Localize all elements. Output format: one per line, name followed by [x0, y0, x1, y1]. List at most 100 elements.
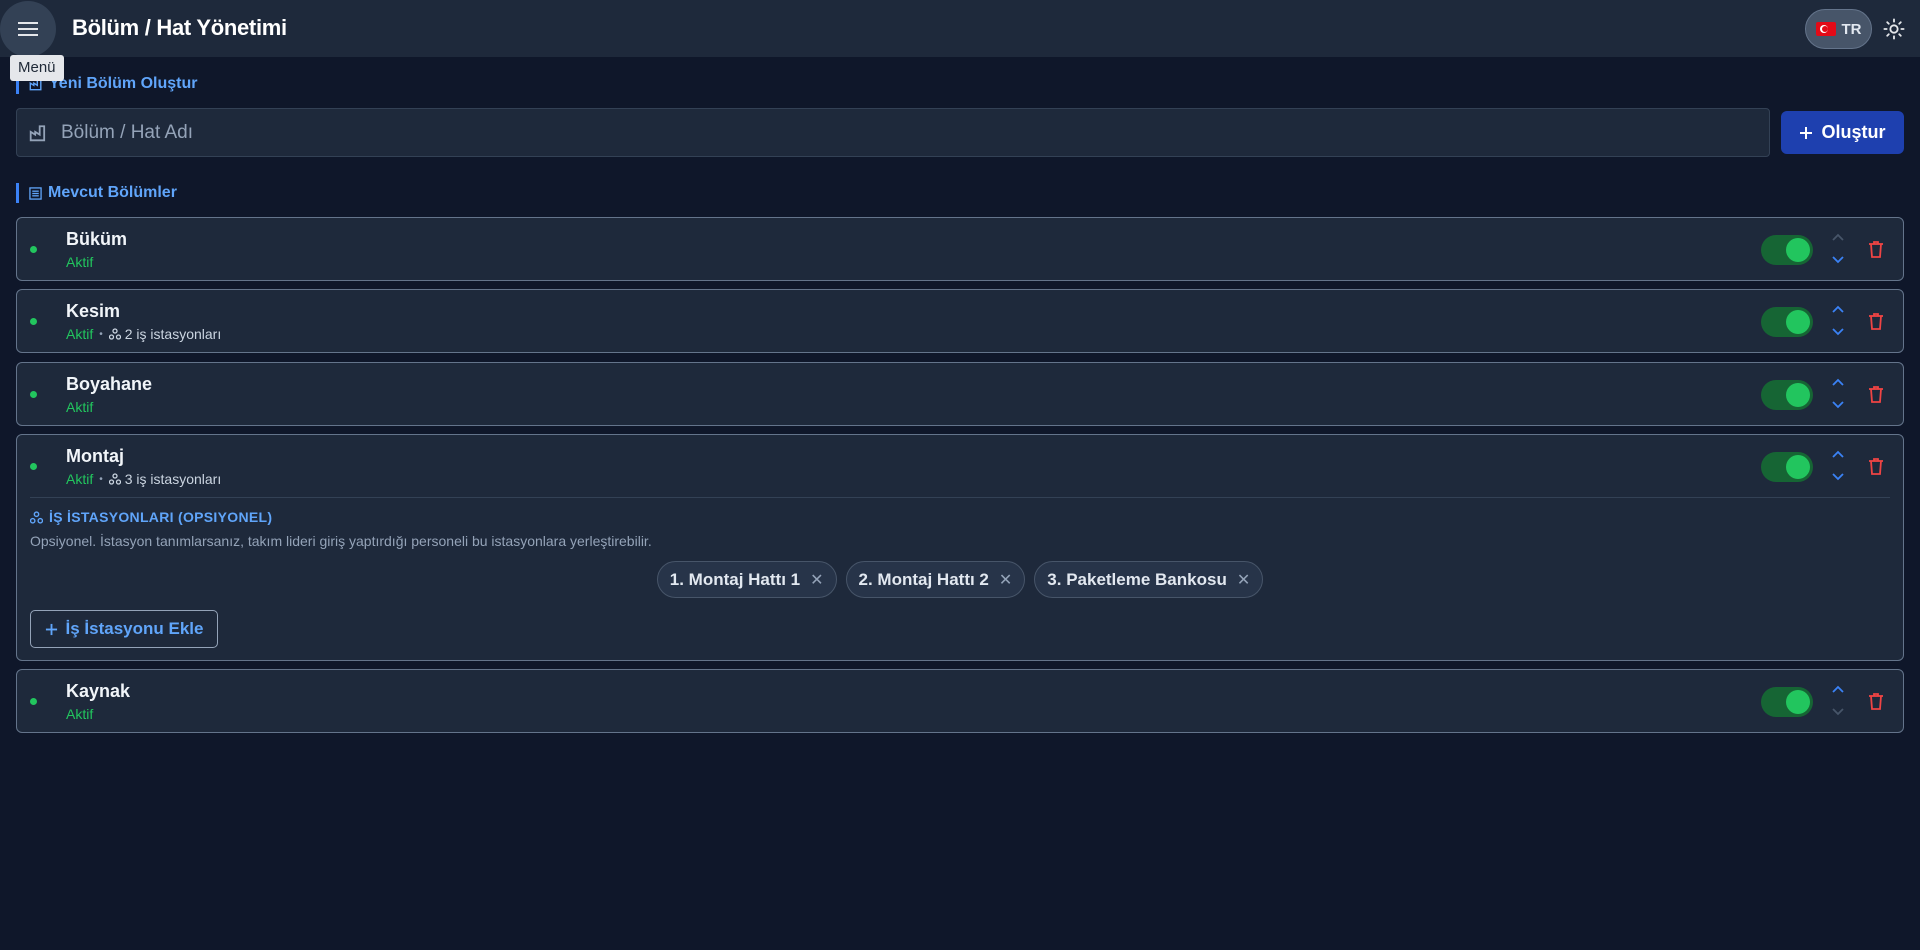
- status-dot: [30, 391, 37, 398]
- workstation-chip-label: 3. Paketleme Bankosu: [1047, 569, 1227, 589]
- separator-dot: •: [99, 473, 103, 485]
- trash-icon: [1869, 312, 1883, 330]
- department-meta: Aktif: [66, 399, 93, 415]
- close-icon[interactable]: ✕: [999, 570, 1012, 590]
- department-name: Boyahane: [66, 374, 153, 394]
- department-name: Montaj: [66, 446, 124, 466]
- workstation-chip: 1. Montaj Hattı 1 ✕: [656, 561, 837, 598]
- chevron-up-icon: [1832, 685, 1844, 693]
- workstation-icon: [108, 473, 121, 485]
- department-row: Büküm Aktif: [17, 218, 1903, 280]
- create-button[interactable]: Oluştur: [1781, 111, 1904, 154]
- list-section-label: Mevcut Bölümler: [48, 184, 177, 201]
- workstations-title-label: İŞ İSTASYONLARI (OPSIYONEL): [49, 509, 273, 525]
- department-meta: Aktif • 3 iş istasyonları: [66, 471, 221, 487]
- department-name: Büküm: [66, 229, 128, 249]
- department-name: Kesim: [66, 301, 121, 321]
- chevron-down-icon: [1832, 256, 1844, 264]
- factory-icon: [29, 124, 46, 141]
- move-up-button[interactable]: [1830, 375, 1846, 389]
- move-up-button[interactable]: [1830, 230, 1846, 244]
- move-down-button[interactable]: [1830, 705, 1846, 719]
- department-meta: Aktif: [66, 254, 93, 270]
- move-up-button[interactable]: [1830, 447, 1846, 461]
- department-card: Boyahane Aktif: [16, 362, 1904, 426]
- toggle-knob: [1786, 238, 1810, 262]
- status-label: Aktif: [66, 706, 94, 722]
- menu-button[interactable]: [0, 1, 56, 57]
- chevron-up-icon: [1832, 305, 1844, 313]
- app-bar: Bölüm / Hat Yönetimi TR: [0, 0, 1920, 57]
- chevron-down-icon: [1832, 473, 1844, 481]
- department-meta: Aktif: [66, 706, 93, 722]
- workstation-count: 3 iş istasyonları: [108, 471, 221, 487]
- trash-icon: [1869, 457, 1883, 475]
- close-icon[interactable]: ✕: [810, 570, 823, 590]
- toggle-knob: [1786, 690, 1810, 714]
- toggle-knob: [1786, 455, 1810, 479]
- workstation-icon: [108, 328, 121, 340]
- chevron-up-icon: [1832, 450, 1844, 458]
- plus-icon: [1800, 126, 1813, 139]
- add-workstation-button[interactable]: İş İstasyonu Ekle: [30, 610, 218, 648]
- delete-button[interactable]: [1865, 455, 1887, 477]
- trash-icon: [1869, 240, 1883, 258]
- page-title: Bölüm / Hat Yönetimi: [72, 15, 287, 40]
- workstation-count-label: 2 iş istasyonları: [124, 326, 222, 342]
- chevron-down-icon: [1832, 708, 1844, 716]
- chevron-down-icon: [1832, 401, 1844, 409]
- department-card: Kaynak Aktif: [16, 669, 1904, 733]
- theme-toggle-button[interactable]: [1882, 17, 1906, 41]
- workstations-panel: İŞ İSTASYONLARI (OPSIYONEL) Opsiyonel. İ…: [17, 498, 1903, 660]
- move-down-button[interactable]: [1830, 470, 1846, 484]
- delete-button[interactable]: [1865, 690, 1887, 712]
- plus-icon: [45, 623, 57, 635]
- active-toggle[interactable]: [1761, 687, 1813, 717]
- move-down-button[interactable]: [1830, 253, 1846, 267]
- workstation-chip-label: 2. Montaj Hattı 2: [858, 569, 989, 589]
- department-card-expanded: Montaj Aktif • 3 iş istasyonları İŞ İSTA…: [16, 434, 1904, 661]
- department-row: Montaj Aktif • 3 iş istasyonları: [17, 435, 1903, 497]
- language-label: TR: [1841, 20, 1862, 38]
- chevron-up-icon: [1832, 233, 1844, 241]
- active-toggle[interactable]: [1761, 452, 1813, 482]
- department-name-input[interactable]: [61, 121, 1769, 144]
- workstation-chip-label: 1. Montaj Hattı 1: [669, 569, 801, 589]
- chevron-up-icon: [1832, 378, 1844, 386]
- workstation-chips: 1. Montaj Hattı 1 ✕ 2. Montaj Hattı 2 ✕ …: [17, 561, 1903, 598]
- department-row: Kesim Aktif • 2 iş istasyonları: [17, 290, 1903, 352]
- trash-icon: [1869, 692, 1883, 710]
- delete-button[interactable]: [1865, 238, 1887, 260]
- move-up-button[interactable]: [1830, 682, 1846, 696]
- workstation-chip: 2. Montaj Hattı 2 ✕: [845, 561, 1026, 598]
- move-up-button[interactable]: [1830, 302, 1846, 316]
- workstation-icon: [30, 510, 43, 524]
- workstations-description: Opsiyonel. İstasyon tanımlarsanız, takım…: [30, 533, 652, 549]
- status-label: Aktif: [66, 471, 94, 487]
- active-toggle[interactable]: [1761, 380, 1813, 410]
- language-button[interactable]: TR: [1805, 9, 1872, 49]
- department-card: Kesim Aktif • 2 iş istasyonları: [16, 289, 1904, 353]
- department-name: Kaynak: [66, 681, 131, 701]
- close-icon[interactable]: ✕: [1237, 570, 1250, 590]
- list-section-title: Mevcut Bölümler: [16, 183, 177, 203]
- move-down-button[interactable]: [1830, 398, 1846, 412]
- department-meta: Aktif • 2 iş istasyonları: [66, 326, 221, 342]
- move-down-button[interactable]: [1830, 325, 1846, 339]
- delete-button[interactable]: [1865, 310, 1887, 332]
- create-section-label: Yeni Bölüm Oluştur: [49, 75, 198, 92]
- status-label: Aktif: [66, 326, 94, 342]
- toggle-knob: [1786, 310, 1810, 334]
- active-toggle[interactable]: [1761, 235, 1813, 265]
- delete-button[interactable]: [1865, 383, 1887, 405]
- workstations-title: İŞ İSTASYONLARI (OPSIYONEL): [30, 509, 272, 525]
- status-dot: [30, 698, 37, 705]
- turkish-flag-icon: [1815, 22, 1836, 36]
- status-dot: [30, 318, 37, 325]
- department-name-field[interactable]: [16, 108, 1770, 157]
- add-workstation-label: İş İstasyonu Ekle: [65, 619, 204, 638]
- status-label: Aktif: [66, 254, 94, 270]
- trash-icon: [1869, 385, 1883, 403]
- active-toggle[interactable]: [1761, 307, 1813, 337]
- chevron-down-icon: [1832, 328, 1844, 336]
